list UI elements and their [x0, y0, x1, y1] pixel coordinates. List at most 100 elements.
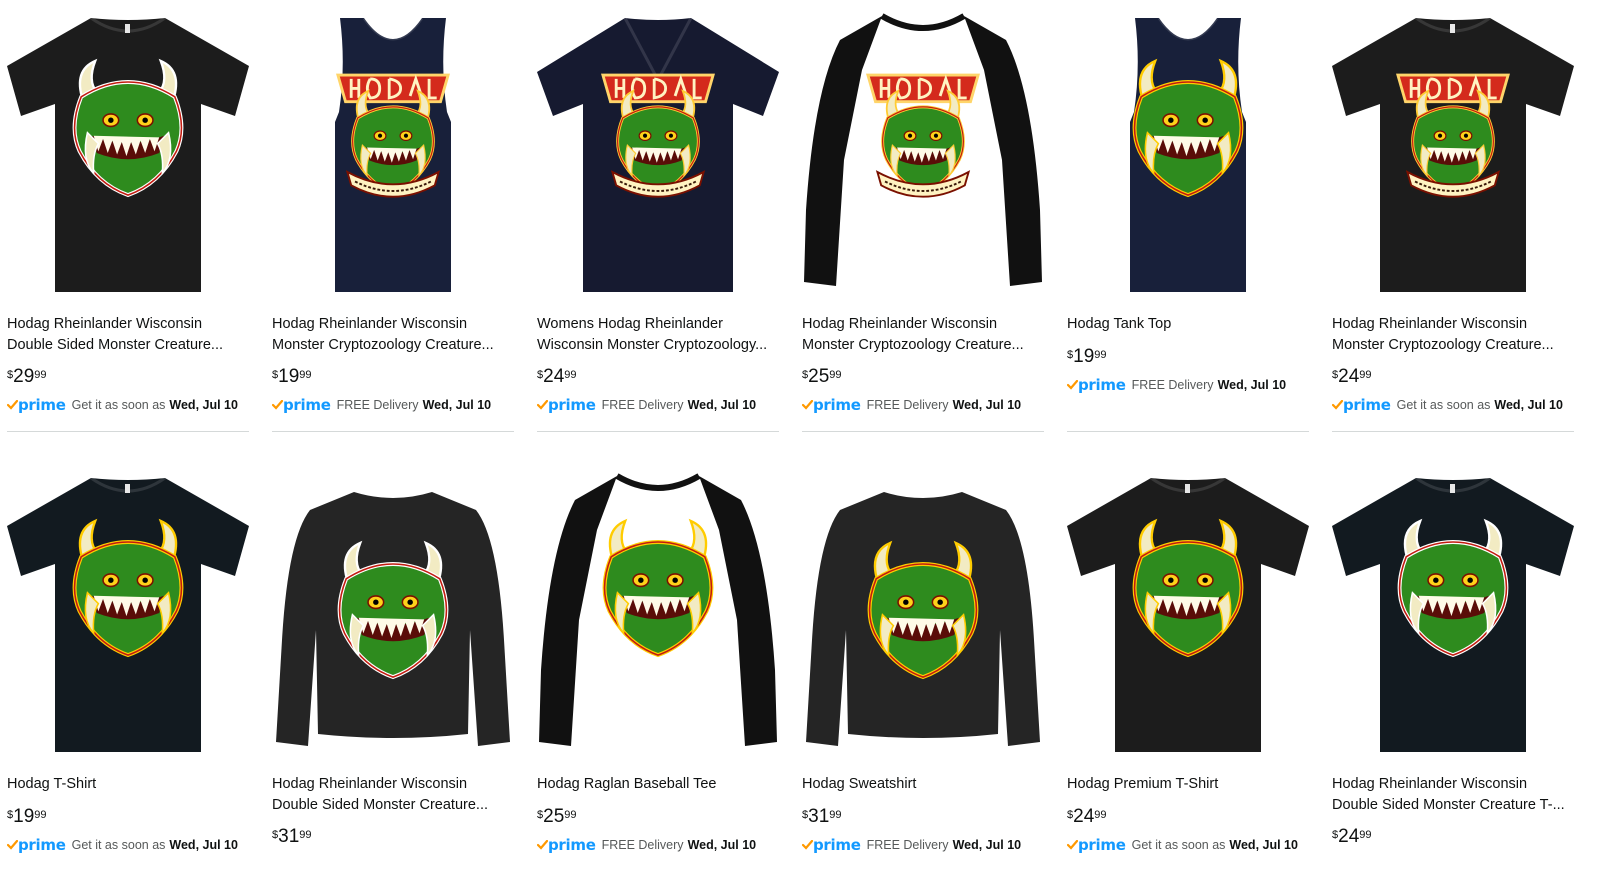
product-title[interactable]: Hodag Rheinlander Wisconsin Double Sided… — [1332, 774, 1574, 815]
product-card-6[interactable]: Hodag Rheinlander Wisconsin Monster Cryp… — [1332, 10, 1574, 432]
product-title-line: Hodag Tank Top — [1067, 316, 1172, 332]
card-divider — [7, 431, 249, 432]
product-image[interactable] — [1067, 10, 1309, 295]
price-whole: 19 — [13, 806, 35, 827]
product-card-8[interactable]: Hodag Rheinlander Wisconsin Double Sided… — [272, 470, 514, 847]
product-price[interactable]: $ 19 99 — [1067, 346, 1107, 368]
product-title[interactable]: Hodag Tank Top — [1067, 314, 1309, 335]
card-divider — [1067, 431, 1309, 432]
product-image[interactable] — [1332, 470, 1574, 755]
delivery-text: FREE Delivery — [601, 398, 684, 412]
product-card-12[interactable]: Hodag Rheinlander Wisconsin Double Sided… — [1332, 470, 1574, 847]
product-price[interactable]: $ 24 99 — [1332, 826, 1372, 848]
product-title-line: Hodag Rheinlander Wisconsin — [7, 316, 203, 332]
prime-badge: prime — [537, 396, 596, 414]
product-card-7[interactable]: Hodag T-Shirt $ 19 99 prime Get it as so… — [7, 470, 249, 854]
product-title-line: Hodag Rheinlander Wisconsin — [272, 316, 468, 332]
product-title-line: Womens Hodag Rheinlander — [537, 316, 723, 332]
prime-badge: prime — [7, 836, 66, 854]
delivery-date: Wed, Jul 10 — [952, 398, 1022, 412]
delivery-info: prime Get it as soon as Wed, Jul 10 — [1332, 396, 1563, 414]
price-fraction: 99 — [34, 369, 47, 381]
product-card-9[interactable]: Hodag Raglan Baseball Tee $ 25 99 prime … — [537, 470, 779, 854]
product-price[interactable]: $ 31 99 — [802, 806, 842, 828]
price-fraction: 99 — [299, 829, 312, 841]
product-image[interactable] — [7, 470, 249, 755]
product-title-line: Monster Cryptozoology Creature... — [272, 336, 494, 353]
product-image[interactable] — [1332, 10, 1574, 295]
product-price[interactable]: $ 31 99 — [272, 826, 312, 848]
product-price[interactable]: $ 25 99 — [802, 366, 842, 388]
prime-check-icon — [802, 400, 813, 410]
product-card-1[interactable]: Hodag Rheinlander Wisconsin Double Sided… — [7, 10, 249, 432]
price-fraction: 99 — [1094, 809, 1107, 821]
price-whole: 24 — [1338, 366, 1360, 387]
product-title[interactable]: Hodag Rheinlander Wisconsin Double Sided… — [7, 314, 249, 355]
prime-label: prime — [813, 836, 861, 854]
product-price[interactable]: $ 19 99 — [272, 366, 312, 388]
product-card-4[interactable]: Hodag Rheinlander Wisconsin Monster Cryp… — [802, 10, 1044, 432]
product-title[interactable]: Hodag Raglan Baseball Tee — [537, 774, 779, 795]
product-image[interactable] — [272, 10, 514, 295]
price-fraction: 99 — [1359, 369, 1372, 381]
product-price[interactable]: $ 29 99 — [7, 366, 47, 388]
product-title[interactable]: Hodag Sweatshirt — [802, 774, 1044, 795]
product-title[interactable]: Hodag Premium T-Shirt — [1067, 774, 1309, 795]
card-divider — [537, 431, 779, 432]
product-title[interactable]: Hodag T-Shirt — [7, 774, 249, 795]
product-title-line: Monster Cryptozoology Creature... — [802, 336, 1024, 353]
product-image[interactable] — [7, 10, 249, 295]
product-card-2[interactable]: Hodag Rheinlander Wisconsin Monster Cryp… — [272, 10, 514, 432]
price-fraction: 99 — [829, 369, 842, 381]
product-title-line: Hodag Rheinlander Wisconsin — [1332, 776, 1528, 792]
prime-badge: prime — [802, 396, 861, 414]
prime-badge: prime — [1332, 396, 1391, 414]
prime-badge: prime — [1067, 836, 1126, 854]
prime-label: prime — [1078, 376, 1126, 394]
product-image[interactable] — [537, 10, 779, 295]
product-title-line: Hodag Rheinlander Wisconsin — [272, 776, 468, 792]
delivery-date: Wed, Jul 10 — [1229, 838, 1298, 852]
prime-check-icon — [537, 840, 548, 850]
product-card-10[interactable]: Hodag Sweatshirt $ 31 99 prime FREE Deli… — [802, 470, 1044, 854]
product-price[interactable]: $ 24 99 — [1332, 366, 1372, 388]
delivery-info: prime Get it as soon as Wed, Jul 10 — [7, 396, 238, 414]
product-image[interactable] — [802, 470, 1044, 755]
delivery-info: prime FREE Delivery Wed, Jul 10 — [537, 836, 756, 854]
product-title-line: Double Sided Monster Creature T-... — [1332, 796, 1565, 813]
price-whole: 31 — [808, 806, 830, 827]
delivery-text: FREE Delivery — [336, 398, 419, 412]
delivery-date: Wed, Jul 10 — [169, 838, 238, 852]
product-title-line: Hodag Sweatshirt — [802, 776, 917, 792]
price-fraction: 99 — [564, 809, 577, 821]
product-image[interactable] — [272, 470, 514, 755]
product-title[interactable]: Hodag Rheinlander Wisconsin Monster Cryp… — [1332, 314, 1574, 355]
prime-label: prime — [283, 396, 331, 414]
card-divider — [802, 431, 1044, 432]
product-card-5[interactable]: Hodag Tank Top $ 19 99 prime FREE Delive… — [1067, 10, 1309, 432]
delivery-text: FREE Delivery — [866, 398, 949, 412]
product-title-line: Wisconsin Monster Cryptozoology... — [537, 336, 768, 353]
product-title[interactable]: Hodag Rheinlander Wisconsin Monster Cryp… — [802, 314, 1044, 355]
prime-check-icon — [272, 400, 283, 410]
product-image[interactable] — [537, 470, 779, 755]
product-card-3[interactable]: Womens Hodag Rheinlander Wisconsin Monst… — [537, 10, 779, 432]
product-price[interactable]: $ 25 99 — [537, 806, 577, 828]
product-price[interactable]: $ 19 99 — [7, 806, 47, 828]
delivery-date: Wed, Jul 10 — [1494, 398, 1563, 412]
price-whole: 19 — [278, 366, 300, 387]
product-title[interactable]: Womens Hodag Rheinlander Wisconsin Monst… — [537, 314, 779, 355]
product-price[interactable]: $ 24 99 — [537, 366, 577, 388]
prime-label: prime — [1078, 836, 1126, 854]
product-image[interactable] — [1067, 470, 1309, 755]
prime-check-icon — [1067, 840, 1078, 850]
price-fraction: 99 — [564, 369, 577, 381]
product-title[interactable]: Hodag Rheinlander Wisconsin Monster Cryp… — [272, 314, 514, 355]
product-image[interactable] — [802, 10, 1044, 295]
product-card-11[interactable]: Hodag Premium T-Shirt $ 24 99 prime Get … — [1067, 470, 1309, 854]
product-title[interactable]: Hodag Rheinlander Wisconsin Double Sided… — [272, 774, 514, 815]
product-price[interactable]: $ 24 99 — [1067, 806, 1107, 828]
price-fraction: 99 — [1094, 349, 1107, 361]
prime-check-icon — [7, 840, 18, 850]
product-title-line: Double Sided Monster Creature... — [272, 796, 488, 813]
